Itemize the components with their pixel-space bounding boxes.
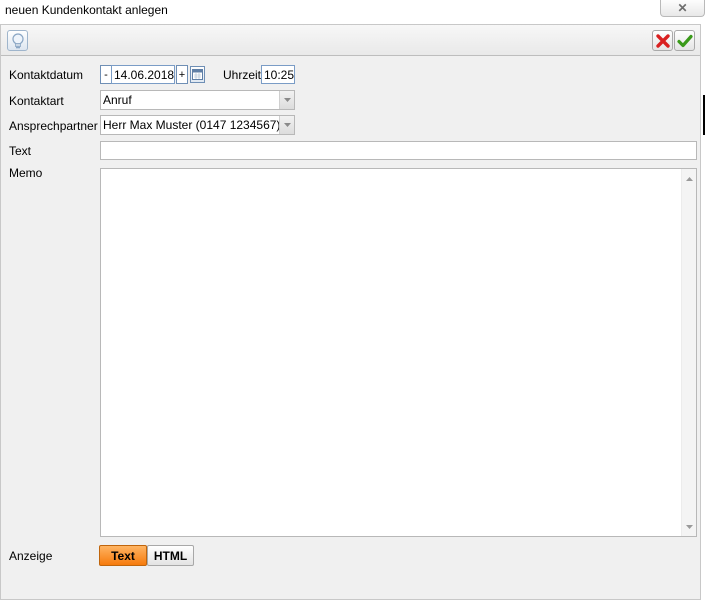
kontaktart-label: Kontaktart	[9, 94, 64, 108]
scroll-down-button[interactable]	[682, 519, 697, 534]
anzeige-text-toggle[interactable]: Text	[99, 545, 147, 566]
time-field[interactable]: 10:25	[261, 65, 295, 84]
scroll-up-button[interactable]	[682, 171, 697, 186]
calendar-icon	[192, 69, 203, 80]
memo-label: Memo	[9, 166, 43, 180]
chevron-down-icon	[283, 123, 291, 127]
ansprechpartner-dropdown-arrow[interactable]	[279, 116, 294, 134]
kontaktart-dropdown[interactable]: Anruf	[100, 90, 295, 110]
memo-scrollbar[interactable]	[681, 169, 696, 536]
scroll-up-icon	[686, 176, 693, 181]
edge-mark	[703, 95, 705, 135]
kontaktdatum-label: Kontaktdatum	[9, 68, 84, 82]
anzeige-html-toggle[interactable]: HTML	[147, 545, 194, 566]
chevron-down-icon	[283, 98, 291, 102]
close-icon: ✕	[677, 1, 688, 15]
date-increment-button[interactable]: +	[176, 65, 188, 84]
green-check-icon	[676, 34, 693, 47]
uhrzeit-label: Uhrzeit	[223, 68, 262, 82]
kontaktart-value: Anruf	[103, 93, 132, 107]
kontaktart-dropdown-arrow[interactable]	[279, 91, 294, 109]
window-title: neuen Kundenkontakt anlegen	[5, 3, 168, 17]
ansprechpartner-label: Ansprechpartner	[9, 119, 98, 133]
ansprechpartner-dropdown[interactable]: Herr Max Muster (0147 1234567)	[100, 115, 295, 135]
lightbulb-icon	[11, 32, 24, 48]
tip-button[interactable]	[7, 30, 28, 51]
calendar-button[interactable]	[190, 66, 205, 83]
memo-textarea[interactable]	[100, 168, 697, 537]
cancel-button[interactable]	[652, 30, 673, 51]
close-button[interactable]: ✕	[660, 0, 705, 17]
red-x-icon	[655, 33, 670, 48]
text-label: Text	[9, 144, 32, 158]
ok-button[interactable]	[674, 30, 695, 51]
ansprechpartner-value: Herr Max Muster (0147 1234567)	[103, 118, 281, 132]
toolbar	[1, 25, 700, 56]
anzeige-label: Anzeige	[9, 549, 53, 563]
text-field[interactable]	[100, 141, 697, 160]
scroll-down-icon	[686, 524, 693, 529]
date-field[interactable]: 14.06.2018	[111, 65, 175, 84]
